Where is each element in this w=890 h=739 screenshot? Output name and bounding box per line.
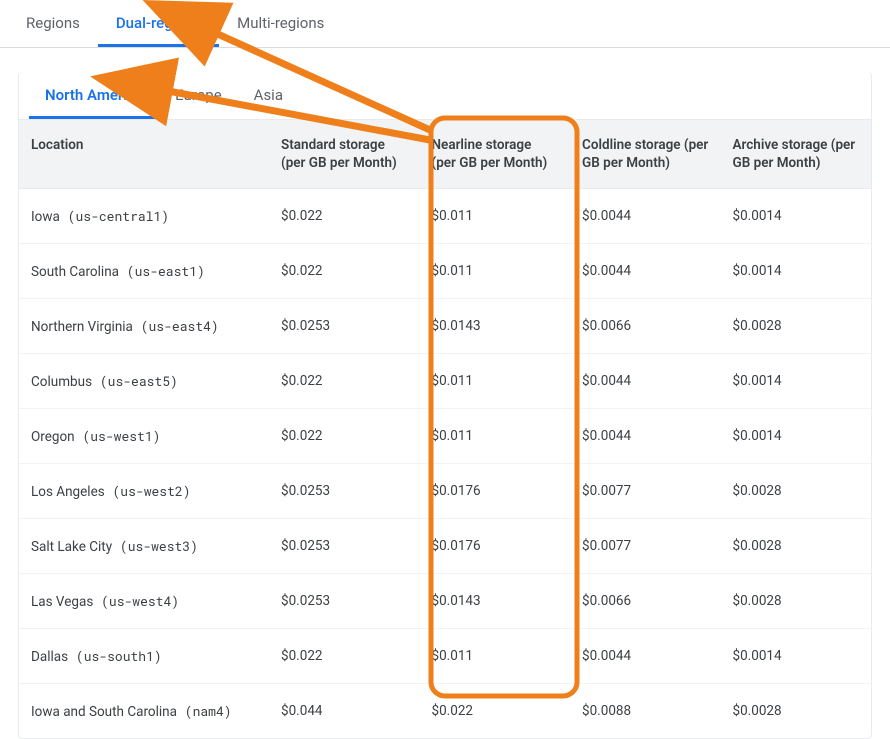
location-name: Los Angeles: [31, 484, 105, 500]
location-name: Columbus: [31, 374, 92, 390]
location-name: Dallas: [31, 649, 68, 665]
cell-standard: $0.022: [269, 629, 420, 684]
cell-location: Columbus (us-east5): [19, 354, 269, 409]
cell-standard: $0.022: [269, 189, 420, 244]
table-header-row: Location Standard storage (per GB per Mo…: [19, 120, 871, 189]
pricing-table: Location Standard storage (per GB per Mo…: [19, 120, 871, 738]
subtab-asia[interactable]: Asia: [238, 72, 299, 119]
cell-location: Los Angeles (us-west2): [19, 464, 269, 519]
cell-coldline: $0.0044: [570, 629, 721, 684]
table-row: Iowa and South Carolina (nam4)$0.044$0.0…: [19, 684, 871, 739]
location-name: Northern Virginia: [31, 319, 133, 335]
location-id: (us-central1): [60, 207, 169, 225]
location-name: Salt Lake City: [31, 539, 112, 555]
location-id: (us-east4): [133, 317, 219, 335]
cell-location: South Carolina (us-east1): [19, 244, 269, 299]
cell-coldline: $0.0044: [570, 189, 721, 244]
table-row: Oregon (us-west1)$0.022$0.011$0.0044$0.0…: [19, 409, 871, 464]
cell-nearline: $0.011: [420, 629, 571, 684]
cell-location: Iowa and South Carolina (nam4): [19, 684, 269, 739]
cell-coldline: $0.0088: [570, 684, 721, 739]
cell-archive: $0.0014: [721, 409, 872, 464]
cell-standard: $0.044: [269, 684, 420, 739]
cell-nearline: $0.011: [420, 189, 571, 244]
location-id: (us-west1): [75, 427, 161, 445]
table-row: Columbus (us-east5)$0.022$0.011$0.0044$0…: [19, 354, 871, 409]
col-standard: Standard storage (per GB per Month): [269, 120, 420, 189]
cell-nearline: $0.0143: [420, 574, 571, 629]
cell-nearline: $0.0176: [420, 519, 571, 574]
cell-nearline: $0.011: [420, 409, 571, 464]
cell-coldline: $0.0066: [570, 574, 721, 629]
cell-location: Salt Lake City (us-west3): [19, 519, 269, 574]
cell-standard: $0.0253: [269, 299, 420, 354]
cell-archive: $0.0028: [721, 519, 872, 574]
location-id: (us-south1): [68, 647, 162, 665]
col-nearline: Nearline storage (per GB per Month): [420, 120, 571, 189]
location-name: Las Vegas: [31, 594, 93, 610]
cell-nearline: $0.011: [420, 244, 571, 299]
col-coldline: Coldline storage (per GB per Month): [570, 120, 721, 189]
cell-archive: $0.0028: [721, 464, 872, 519]
top-tabs: Regions Dual-regions Multi-regions: [0, 0, 890, 48]
location-name: Iowa and South Carolina: [31, 704, 177, 720]
location-id: (us-west2): [105, 482, 191, 500]
cell-standard: $0.022: [269, 354, 420, 409]
location-id: (nam4): [177, 702, 232, 720]
cell-nearline: $0.022: [420, 684, 571, 739]
table-row: Dallas (us-south1)$0.022$0.011$0.0044$0.…: [19, 629, 871, 684]
location-name: South Carolina: [31, 264, 119, 280]
cell-archive: $0.0014: [721, 629, 872, 684]
cell-location: Northern Virginia (us-east4): [19, 299, 269, 354]
cell-archive: $0.0014: [721, 189, 872, 244]
location-id: (us-east1): [119, 262, 205, 280]
location-name: Oregon: [31, 429, 75, 445]
cell-archive: $0.0028: [721, 684, 872, 739]
table-row: South Carolina (us-east1)$0.022$0.011$0.…: [19, 244, 871, 299]
cell-location: Oregon (us-west1): [19, 409, 269, 464]
cell-archive: $0.0028: [721, 299, 872, 354]
cell-standard: $0.0253: [269, 464, 420, 519]
cell-coldline: $0.0066: [570, 299, 721, 354]
location-id: (us-east5): [92, 372, 178, 390]
subtab-europe[interactable]: Europe: [159, 72, 238, 119]
col-location: Location: [19, 120, 269, 189]
location-id: (us-west4): [93, 592, 179, 610]
table-row: Iowa (us-central1)$0.022$0.011$0.0044$0.…: [19, 189, 871, 244]
cell-coldline: $0.0044: [570, 409, 721, 464]
cell-location: Las Vegas (us-west4): [19, 574, 269, 629]
cell-standard: $0.022: [269, 409, 420, 464]
cell-archive: $0.0014: [721, 354, 872, 409]
cell-location: Dallas (us-south1): [19, 629, 269, 684]
subtab-north-america[interactable]: North America: [29, 72, 159, 119]
cell-standard: $0.0253: [269, 519, 420, 574]
cell-location: Iowa (us-central1): [19, 189, 269, 244]
cell-standard: $0.0253: [269, 574, 420, 629]
cell-nearline: $0.011: [420, 354, 571, 409]
location-id: (us-west3): [112, 537, 198, 555]
tab-multi-regions[interactable]: Multi-regions: [219, 0, 342, 47]
table-row: Northern Virginia (us-east4)$0.0253$0.01…: [19, 299, 871, 354]
location-name: Iowa: [31, 209, 60, 225]
table-row: Los Angeles (us-west2)$0.0253$0.0176$0.0…: [19, 464, 871, 519]
col-archive: Archive storage (per GB per Month): [721, 120, 872, 189]
table-row: Salt Lake City (us-west3)$0.0253$0.0176$…: [19, 519, 871, 574]
cell-nearline: $0.0143: [420, 299, 571, 354]
tab-regions[interactable]: Regions: [8, 0, 98, 47]
tab-dual-regions[interactable]: Dual-regions: [98, 0, 219, 47]
cell-coldline: $0.0044: [570, 244, 721, 299]
cell-nearline: $0.0176: [420, 464, 571, 519]
pricing-card: North America Europe Asia Location Stand…: [18, 72, 872, 739]
sub-tabs: North America Europe Asia: [19, 72, 871, 120]
cell-coldline: $0.0044: [570, 354, 721, 409]
cell-coldline: $0.0077: [570, 464, 721, 519]
cell-archive: $0.0014: [721, 244, 872, 299]
cell-standard: $0.022: [269, 244, 420, 299]
cell-archive: $0.0028: [721, 574, 872, 629]
cell-coldline: $0.0077: [570, 519, 721, 574]
table-row: Las Vegas (us-west4)$0.0253$0.0143$0.006…: [19, 574, 871, 629]
